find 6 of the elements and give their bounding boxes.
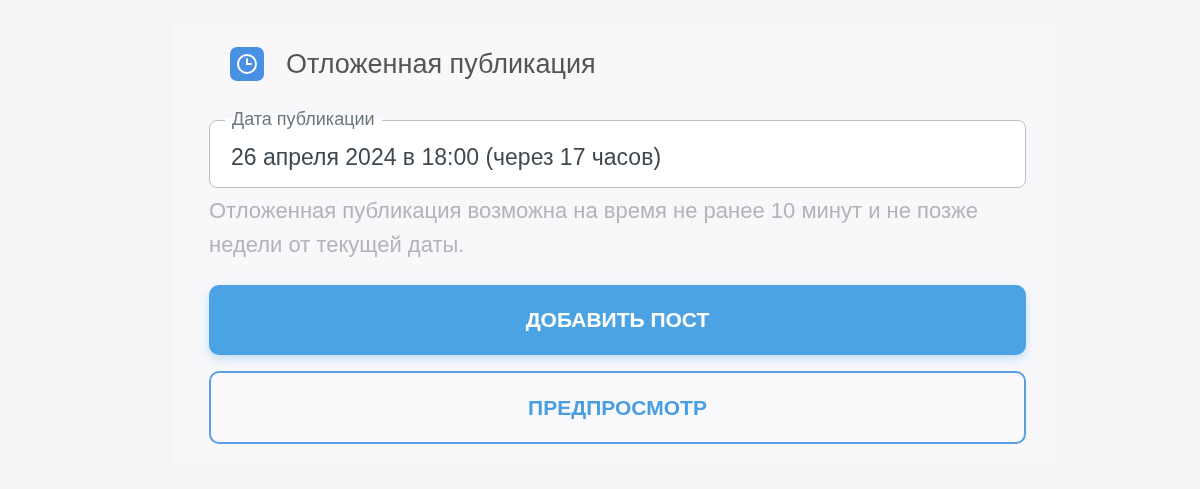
preview-button[interactable]: ПРЕДПРОСМОТР [209, 371, 1026, 444]
field-label: Дата публикации [225, 108, 382, 130]
clock-icon [230, 47, 264, 81]
add-post-button[interactable]: ДОБАВИТЬ ПОСТ [209, 285, 1026, 355]
section-title: Отложенная публикация [286, 47, 596, 81]
hint-text: Отложенная публикация возможна на время не ранее 10 минут и не позже недели от текущей даты. [209, 197, 979, 259]
